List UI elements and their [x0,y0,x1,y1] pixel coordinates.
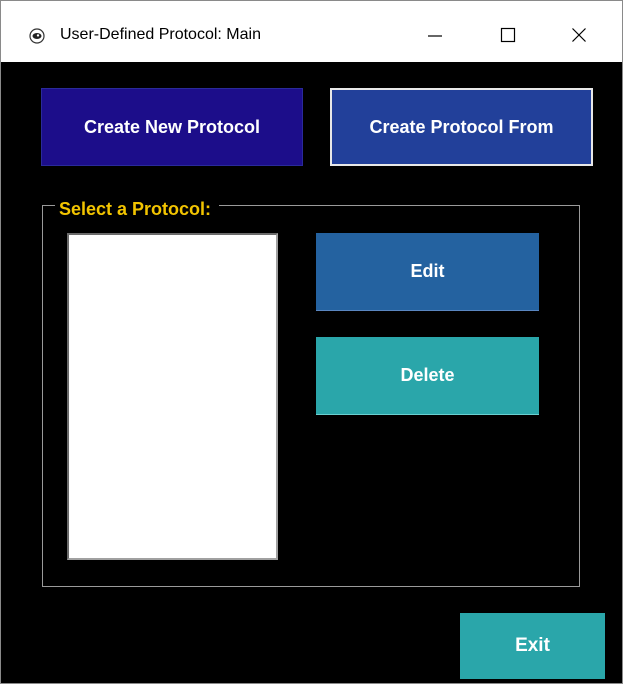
window-title: User-Defined Protocol: Main [60,26,261,43]
app-eye-icon [29,28,45,44]
edit-button[interactable]: Edit [316,233,539,311]
exit-button[interactable]: Exit [460,613,605,679]
create-new-protocol-button[interactable]: Create New Protocol [41,88,303,166]
close-button[interactable] [557,13,601,57]
title-bar[interactable]: User-Defined Protocol: Main [1,1,622,62]
minimize-icon [428,35,442,37]
maximize-button[interactable] [486,13,530,57]
select-protocol-legend: Select a Protocol: [55,198,220,220]
create-protocol-from-button[interactable]: Create Protocol From [330,88,593,166]
client-area: Create New Protocol Create Protocol From… [1,62,622,683]
protocol-listbox[interactable] [67,233,278,560]
close-icon [572,28,586,42]
maximize-icon [500,27,516,43]
minimize-button[interactable] [413,13,457,57]
delete-button[interactable]: Delete [316,337,539,415]
main-window: User-Defined Protocol: Main Create New P… [0,0,623,684]
